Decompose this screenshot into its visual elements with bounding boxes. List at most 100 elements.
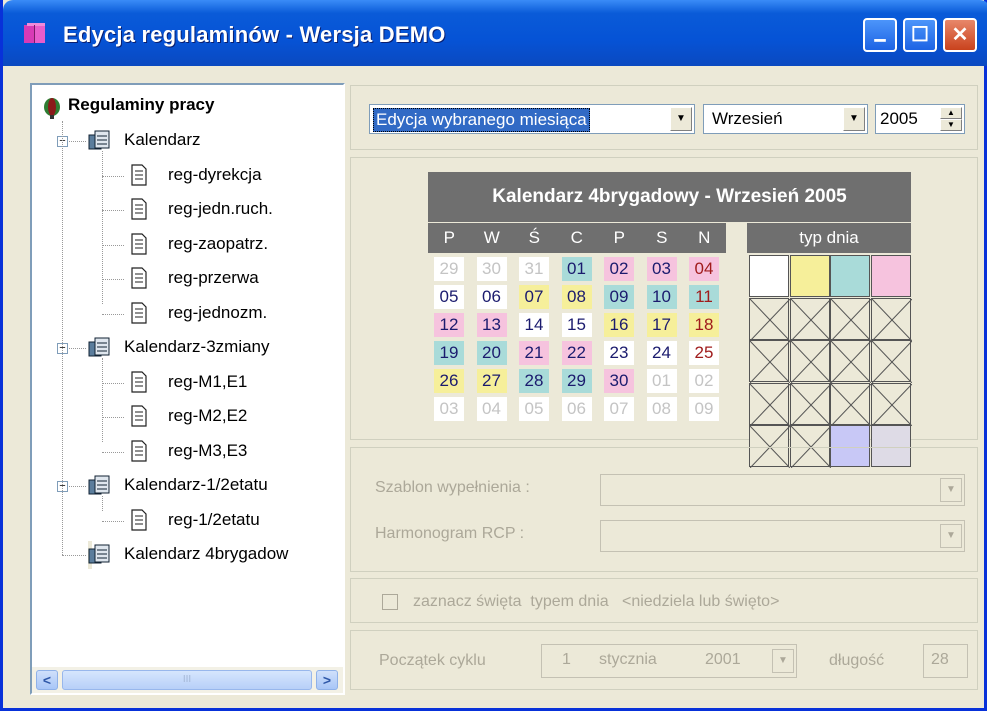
chevron-down-icon[interactable]: ▼ <box>670 107 692 131</box>
tree-regulation-node[interactable]: reg-jednozm. <box>128 300 267 328</box>
chevron-left-icon: < <box>42 672 52 688</box>
close-button[interactable]: ✕ <box>943 18 977 52</box>
weekday-header: Ś <box>513 223 556 253</box>
tree-regulation-node[interactable]: reg-przerwa <box>128 265 259 293</box>
chevron-down-icon[interactable]: ▼ <box>843 107 865 131</box>
tree-regulation-node[interactable]: reg-dyrekcja <box>128 162 262 190</box>
calendar-day-cell[interactable]: 30 <box>476 257 507 281</box>
calendar-day-cell[interactable]: 08 <box>561 285 592 309</box>
typ-dnia-empty-cell[interactable] <box>749 340 790 383</box>
calendar-day-cell[interactable]: 02 <box>604 257 634 281</box>
calendar-day-cell[interactable]: 22 <box>561 341 592 365</box>
calendar-day-cell[interactable]: 24 <box>646 341 677 365</box>
typ-dnia-empty-cell[interactable] <box>789 297 831 341</box>
tree-root-label[interactable]: Regulaminy pracy <box>68 95 214 115</box>
calendar-day-cell[interactable]: 19 <box>434 341 464 365</box>
calendar-day-cell[interactable]: 05 <box>434 285 464 309</box>
cycle-date-select[interactable]: 1 stycznia 2001 ▼ <box>541 644 797 678</box>
calendar-day-cell[interactable]: 16 <box>604 313 634 337</box>
typ-dnia-color-cell[interactable] <box>749 255 789 297</box>
year-spinner[interactable]: 2005 ▲ ▼ <box>875 104 965 134</box>
mode-select[interactable]: Edycja wybranego miesiąca ▼ <box>369 104 695 134</box>
chevron-down-icon[interactable]: ▼ <box>772 649 794 673</box>
calendar-day-cell[interactable]: 18 <box>689 313 719 337</box>
calendar-day-cell[interactable]: 06 <box>476 285 507 309</box>
chevron-down-icon[interactable]: ▼ <box>940 478 962 502</box>
tree-calendar-node[interactable]: Kalendarz-1/2etatu <box>88 472 268 500</box>
calendar-day-cell[interactable]: 29 <box>561 369 592 393</box>
typ-dnia-empty-cell[interactable] <box>830 340 871 383</box>
calendar-day-cell[interactable]: 26 <box>434 369 464 393</box>
tree-calendar-node[interactable]: Kalendarz 4brygadow <box>88 541 288 569</box>
calendar-day-cell[interactable]: 12 <box>434 313 464 337</box>
typ-dnia-empty-cell[interactable] <box>749 382 790 426</box>
calendar-day-cell[interactable]: 17 <box>646 313 677 337</box>
calendar-day-cell[interactable]: 20 <box>476 341 507 365</box>
tree-calendar-node[interactable]: Kalendarz <box>88 127 201 155</box>
calendar-day-cell[interactable]: 15 <box>561 313 592 337</box>
calendar-day-cell[interactable]: 01 <box>646 369 677 393</box>
calendar-day-cell[interactable]: 02 <box>689 369 719 393</box>
calendar-day-cell[interactable]: 07 <box>604 397 634 421</box>
calendar-day-cell[interactable]: 28 <box>519 369 549 393</box>
typ-dnia-empty-cell[interactable] <box>870 297 912 341</box>
spin-up-icon[interactable]: ▲ <box>940 107 962 119</box>
typ-dnia-color-cell[interactable] <box>870 255 911 297</box>
calendar-day-cell[interactable]: 23 <box>604 341 634 365</box>
calendar-day-cell[interactable]: 14 <box>519 313 549 337</box>
calendar-day-cell[interactable]: 29 <box>434 257 464 281</box>
calendar-day-cell[interactable]: 04 <box>476 397 507 421</box>
tree-regulation-node[interactable]: reg-M3,E3 <box>128 438 247 466</box>
tree-regulation-node[interactable]: reg-zaopatrz. <box>128 231 268 259</box>
typ-dnia-color-cell[interactable] <box>830 255 870 297</box>
calendar-day-cell[interactable]: 31 <box>519 257 549 281</box>
calendar-day-cell[interactable]: 25 <box>689 341 719 365</box>
typ-dnia-empty-cell[interactable] <box>749 297 790 341</box>
calendar-day-cell[interactable]: 03 <box>434 397 464 421</box>
calendar-day-cell[interactable]: 27 <box>476 369 507 393</box>
calendar-day-cell[interactable]: 09 <box>689 397 719 421</box>
year-value[interactable]: 2005 <box>880 109 918 129</box>
typ-dnia-empty-cell[interactable] <box>830 382 871 426</box>
typ-dnia-empty-cell[interactable] <box>830 297 871 341</box>
minimize-button[interactable]: ▁ <box>863 18 897 52</box>
calendar-day-cell[interactable]: 10 <box>646 285 677 309</box>
holiday-checkbox[interactable] <box>382 594 398 610</box>
maximize-button[interactable]: ☐ <box>903 18 937 52</box>
szablon-select[interactable]: ▼ <box>600 474 965 506</box>
calendar-day-cell[interactable]: 08 <box>646 397 677 421</box>
calendar-day-cell[interactable]: 11 <box>689 285 719 309</box>
calendar-day-cell[interactable]: 13 <box>476 313 507 337</box>
tree-regulation-node[interactable]: reg-1/2etatu <box>128 507 260 535</box>
calendar-day-cell[interactable]: 01 <box>561 257 592 281</box>
typ-dnia-color-cell[interactable] <box>789 255 830 297</box>
typ-dnia-empty-cell[interactable] <box>789 340 831 383</box>
scroll-left-button[interactable]: < <box>36 670 58 690</box>
calendar-day-cell[interactable]: 06 <box>561 397 592 421</box>
calendar-day-cell[interactable]: 21 <box>519 341 549 365</box>
calendar-day-cell[interactable]: 09 <box>604 285 634 309</box>
regulations-tree[interactable]: Regulaminy pracy Kalendarz − reg-dyrekcja r… <box>30 83 345 695</box>
typ-dnia-empty-cell[interactable] <box>870 340 912 383</box>
scroll-right-button[interactable]: > <box>316 670 338 690</box>
calendar-day-cell[interactable]: 04 <box>689 257 719 281</box>
mode-select-value: Edycja wybranego miesiąca <box>373 108 590 132</box>
typ-dnia-empty-cell[interactable] <box>789 382 831 426</box>
scroll-thumb[interactable]: III <box>62 670 312 690</box>
tree-regulation-node[interactable]: reg-M1,E1 <box>128 369 247 397</box>
harmonogram-select[interactable]: ▼ <box>600 520 965 552</box>
tree-regulation-node[interactable]: reg-M2,E2 <box>128 403 247 431</box>
typ-dnia-empty-cell[interactable] <box>870 382 912 426</box>
month-select[interactable]: Wrzesień ▼ <box>703 104 868 134</box>
chevron-down-icon[interactable]: ▼ <box>940 524 962 548</box>
horizontal-scrollbar[interactable]: < III > <box>32 667 343 693</box>
spin-down-icon[interactable]: ▼ <box>940 119 962 131</box>
title-bar[interactable]: Edycja regulaminów - Wersja DEMO ▁ ☐ ✕ <box>3 0 987 66</box>
length-field[interactable]: 28 <box>923 644 968 678</box>
calendar-day-cell[interactable]: 03 <box>646 257 677 281</box>
tree-regulation-node[interactable]: reg-jedn.ruch. <box>128 196 273 224</box>
calendar-day-cell[interactable]: 07 <box>519 285 549 309</box>
tree-calendar-node[interactable]: Kalendarz-3zmiany <box>88 334 270 362</box>
calendar-day-cell[interactable]: 05 <box>519 397 549 421</box>
calendar-day-cell[interactable]: 30 <box>604 369 634 393</box>
